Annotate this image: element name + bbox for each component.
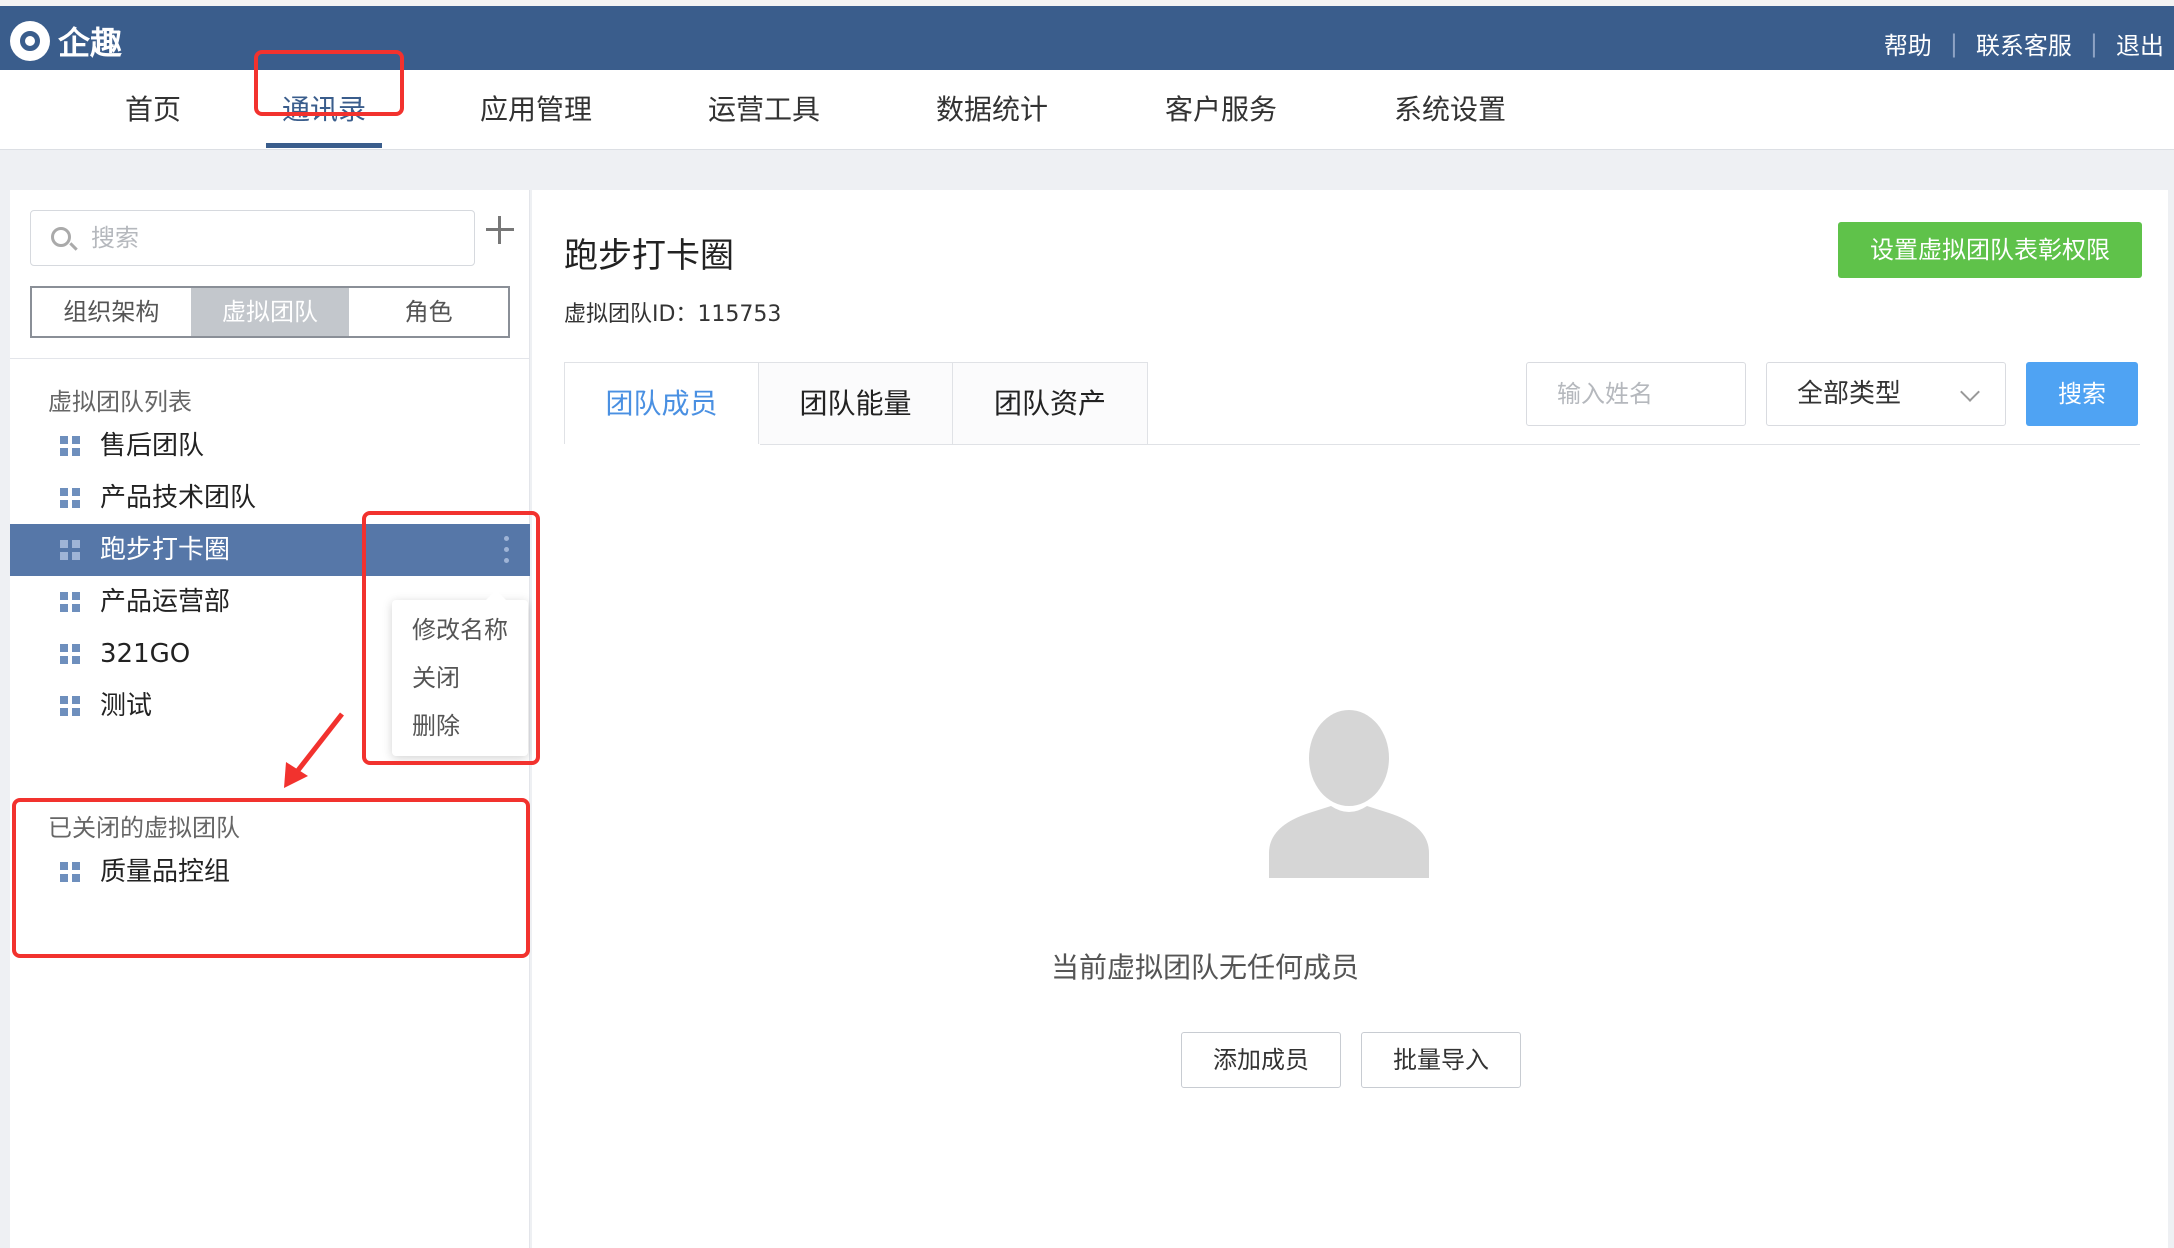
grid-icon [60,436,80,456]
main-nav: 首页 通讯录 应用管理 运营工具 数据统计 客户服务 系统设置 [0,70,2174,150]
sidebar-search[interactable] [30,210,475,266]
nav-system-settings[interactable]: 系统设置 [1394,70,1506,150]
empty-state-text: 当前虚拟团队无任何成员 [1050,951,1359,984]
menu-item-rename[interactable]: 修改名称 [392,606,528,654]
top-header-bar: 企趣 帮助 | 联系客服 | 退出 [0,0,2174,70]
team-id-label: 虚拟团队ID： [564,302,698,327]
team-list-title-text: 虚拟团队列表 [48,388,192,416]
nav-contacts[interactable]: 通讯录 [266,70,382,150]
segment-role[interactable]: 角色 [349,288,508,336]
team-label: 售后团队 [100,431,205,461]
grid-icon [60,592,80,612]
team-label: 产品运营部 [100,587,231,617]
team-list-title: 虚拟团队列表 [48,272,192,416]
link-separator: | [1949,29,1958,58]
team-label: 跑步打卡圈 [100,535,231,565]
logo-icon [10,21,50,61]
tab-team-energy[interactable]: 团队能量 [759,363,953,444]
team-item[interactable]: 产品技术团队 [10,472,530,524]
name-input[interactable] [1526,362,1746,426]
type-select[interactable]: 全部类型 [1766,362,2006,426]
grid-icon [60,644,80,664]
search-icon [51,227,71,247]
grid-icon [60,862,80,882]
tab-team-members[interactable]: 团队成员 [565,363,759,444]
nav-app-management[interactable]: 应用管理 [480,70,592,150]
type-select-value: 全部类型 [1797,379,1902,409]
content-tabs: 团队成员 团队能量 团队资产 [564,362,1148,444]
search-input[interactable] [91,219,461,257]
search-button[interactable]: 搜索 [2026,362,2138,426]
header-links: 帮助 | 联系客服 | 退出 [1884,26,2174,61]
contact-support-link[interactable]: 联系客服 [1976,26,2072,61]
nav-customer-service[interactable]: 客户服务 [1165,70,1277,150]
divider [10,358,530,359]
brand-name: 企趣 [58,24,123,62]
empty-person-icon [1269,710,1429,878]
team-label: 测试 [100,691,153,721]
team-item[interactable]: 售后团队 [10,420,530,472]
annotation-arrow-icon [284,712,344,788]
tabs-divider [760,444,2140,445]
grid-icon [60,488,80,508]
team-context-menu: 修改名称 关闭 删除 [392,590,528,756]
grid-icon [60,696,80,716]
grid-icon [60,540,80,560]
more-options-icon[interactable] [502,536,510,564]
segment-virtual-team[interactable]: 虚拟团队 [190,288,350,336]
menu-item-close[interactable]: 关闭 [392,654,528,702]
nav-data-stats[interactable]: 数据统计 [936,70,1048,150]
team-label: 质量品控组 [100,857,231,887]
team-item-selected[interactable]: 跑步打卡圈 [10,524,530,576]
link-separator: | [2089,29,2098,58]
brand-logo[interactable]: 企趣 [10,20,122,62]
tab-team-assets[interactable]: 团队资产 [953,363,1147,444]
page-title: 跑步打卡圈 [564,236,734,276]
set-permission-button[interactable]: 设置虚拟团队表彰权限 [1838,222,2142,278]
main-content: 跑步打卡圈 虚拟团队ID：115753 设置虚拟团队表彰权限 团队成员 团队能量… [532,190,2168,1248]
closed-teams-title: 已关闭的虚拟团队 [48,814,240,842]
team-id: 虚拟团队ID：115753 [564,296,781,328]
team-label: 产品技术团队 [100,483,257,513]
chevron-down-icon [1960,382,1980,402]
add-icon[interactable] [480,210,520,250]
add-member-button[interactable]: 添加成员 [1181,1032,1341,1088]
help-link[interactable]: 帮助 [1884,26,1932,61]
team-id-value: 115753 [697,302,782,327]
menu-item-delete[interactable]: 删除 [392,702,528,750]
nav-home-label: 首页 [125,93,182,126]
closed-team-item[interactable]: 质量品控组 [10,846,530,898]
logout-link[interactable]: 退出 [2116,26,2164,61]
batch-import-button[interactable]: 批量导入 [1361,1032,1521,1088]
team-label: 321GO [100,639,191,669]
nav-operation-tools[interactable]: 运营工具 [708,70,820,150]
